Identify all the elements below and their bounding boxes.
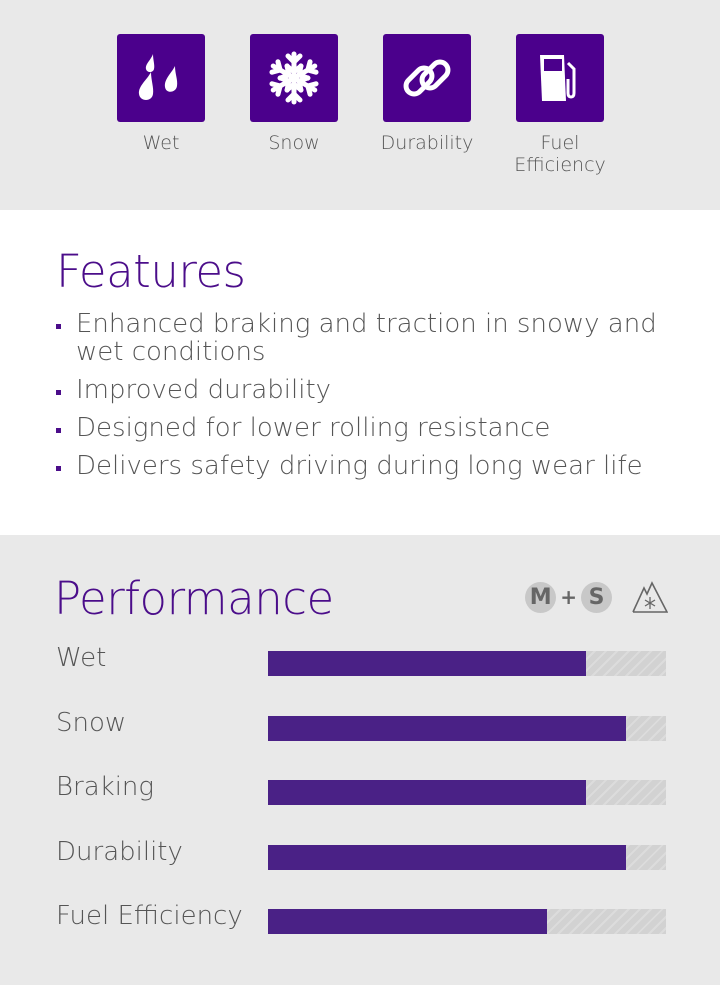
snowflake-icon: [250, 34, 338, 122]
rating-bar: [268, 715, 666, 741]
fuel-pump-icon: [516, 34, 604, 122]
rating-bar: [268, 780, 666, 805]
performance-section: Performance M + S Wet Snow Braking Durabili…: [0, 535, 720, 985]
features-title: Features: [56, 245, 246, 298]
rating-bar-fill: [268, 715, 627, 741]
list-item: Delivers safety driving during long wear…: [56, 452, 666, 480]
icon-label: Durability: [380, 132, 474, 154]
icon-label: Wet: [142, 132, 180, 154]
m-badge: M: [525, 581, 557, 613]
list-item: Designed for lower rolling resistance: [56, 414, 666, 442]
list-item: Improved durability: [56, 376, 666, 404]
icon-item-snow: Snow: [234, 34, 354, 154]
rating-bar-fill: [268, 844, 627, 870]
features-list: Enhanced braking and traction in snowy a…: [56, 310, 720, 480]
badges: M + S: [525, 580, 668, 614]
rating-row: Wet: [56, 643, 666, 676]
features-section: Features Enhanced braking and traction i…: [0, 210, 720, 535]
rating-bar-fill: [268, 780, 587, 805]
rating-bar: [268, 844, 666, 870]
rating-row: Durability: [56, 837, 666, 870]
rating-bar-fill: [268, 909, 547, 934]
rating-row: Braking: [56, 772, 666, 805]
wet-icon: [117, 34, 205, 122]
rating-bar-fill: [268, 651, 587, 676]
icon-label: Fuel Efficiency: [514, 132, 606, 176]
icon-label: Snow: [268, 132, 320, 154]
three-peak-mountain-snowflake-icon: [632, 581, 668, 613]
plus-sign: +: [560, 585, 577, 609]
chain-link-icon: [383, 34, 471, 122]
list-item: Enhanced braking and traction in snowy a…: [56, 310, 666, 366]
s-badge: S: [581, 581, 612, 613]
rating-bar: [268, 909, 666, 934]
icon-item-durability: Durability: [367, 34, 487, 154]
rating-row: Snow: [56, 708, 666, 741]
feature-icons: Wet Snow Durability Fuel Efficiency: [0, 0, 720, 210]
rating-row: Fuel Efficiency: [56, 901, 666, 934]
rating-bar: [268, 651, 666, 676]
icon-item-wet: Wet: [101, 34, 221, 154]
icon-item-fuel-efficiency: Fuel Efficiency: [500, 34, 620, 176]
